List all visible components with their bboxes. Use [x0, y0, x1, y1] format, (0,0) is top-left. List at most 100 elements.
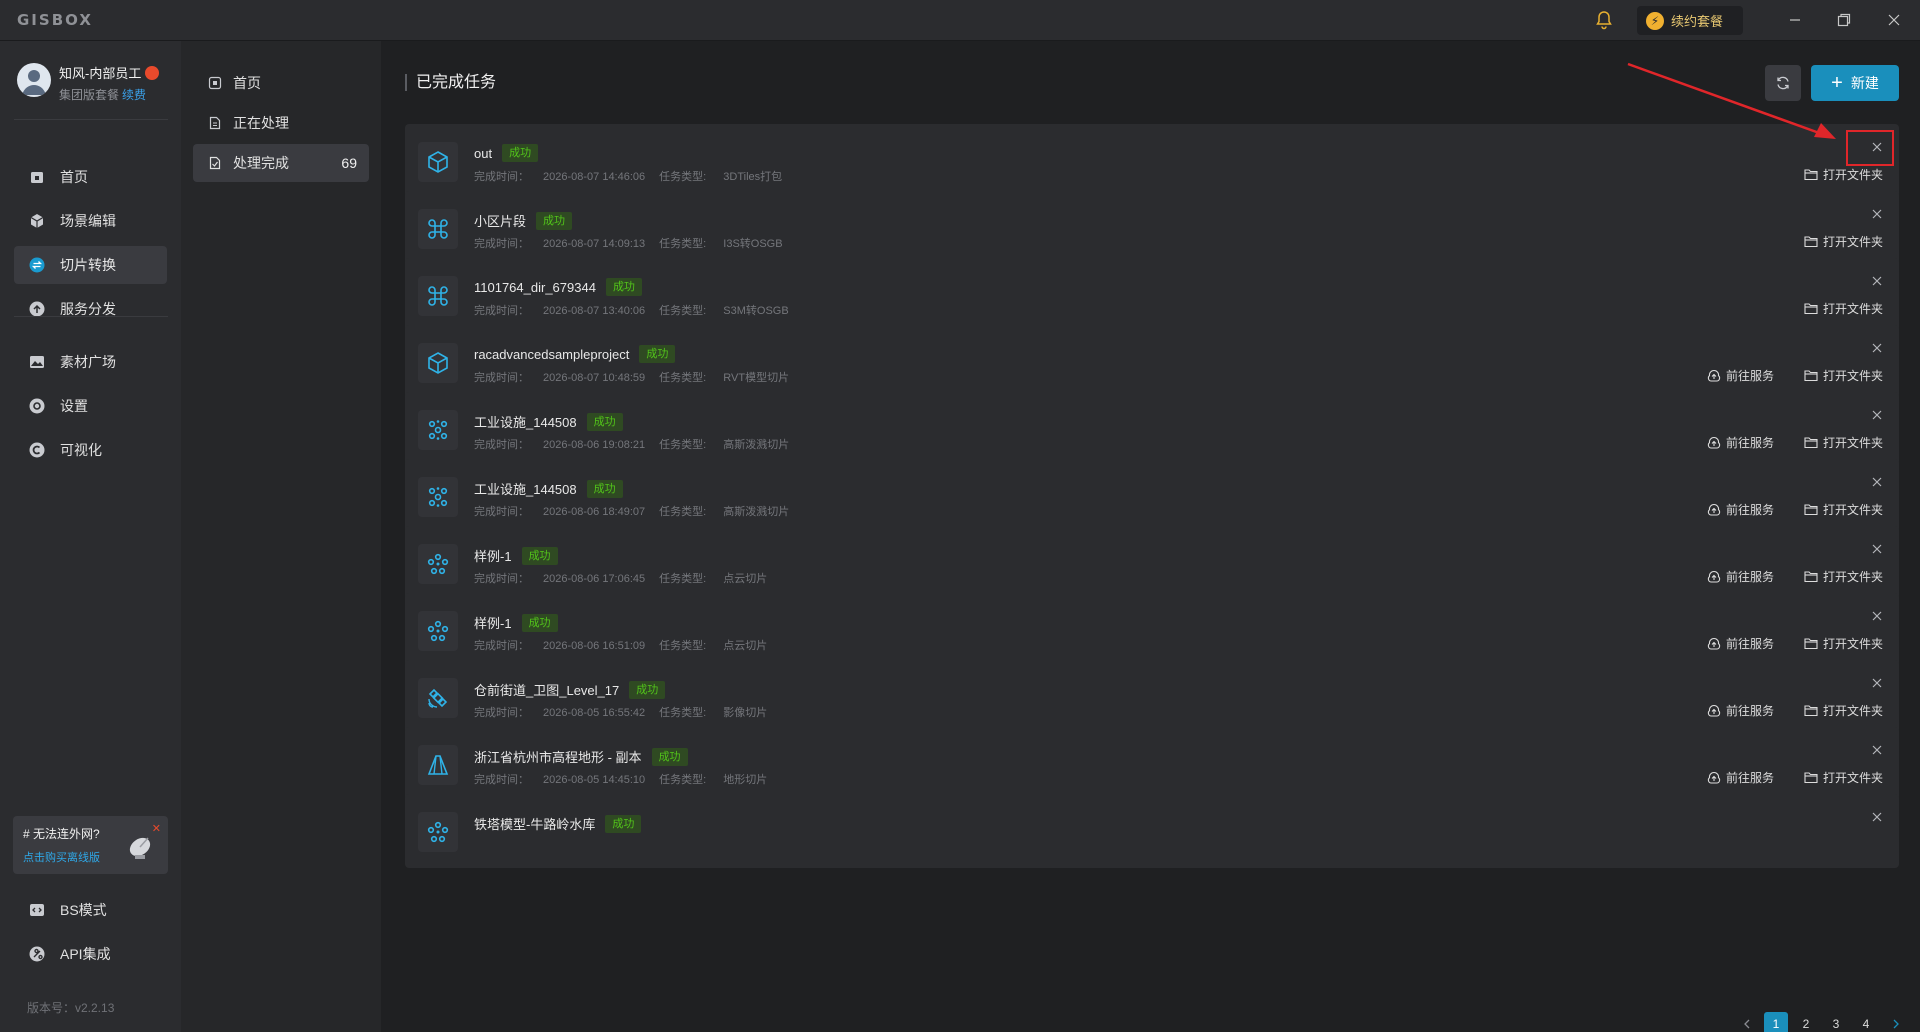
restore-button[interactable]: [1832, 8, 1856, 32]
open-folder-button[interactable]: 打开文件夹: [1804, 769, 1883, 786]
nav-item-api[interactable]: API集成: [14, 935, 167, 973]
nav-item-settings[interactable]: 设置: [14, 387, 167, 425]
divider: [14, 119, 168, 120]
task-row[interactable]: out 成功 完成时间： 2026-08-07 14:46:06 任务类型: 3DTil…: [405, 124, 1899, 198]
go-service-button[interactable]: 前往服务: [1707, 769, 1774, 786]
delete-task-button[interactable]: [1868, 607, 1886, 625]
go-service-button[interactable]: 前往服务: [1707, 434, 1774, 451]
gaussian-icon: [418, 410, 458, 450]
folder-icon: [1804, 168, 1818, 182]
status-badge: 成功: [605, 278, 642, 296]
main-panel: 已完成任务 + 新建 out 成功 完成时间： 2026-08-07 14:46:06…: [381, 41, 1920, 1032]
subnav-item-home[interactable]: 首页: [193, 64, 369, 102]
delete-task-button[interactable]: [1868, 741, 1886, 759]
nav-item-tile-convert[interactable]: 切片转换: [14, 246, 167, 284]
status-badge: 成功: [502, 144, 539, 162]
chevron-right-icon: [1893, 1019, 1899, 1029]
go-service-button[interactable]: 前往服务: [1707, 635, 1774, 652]
task-row[interactable]: 浙江省杭州市高程地形 - 副本 成功 完成时间： 2026-08-05 14:45:1…: [405, 727, 1899, 801]
open-folder-button[interactable]: 打开文件夹: [1804, 635, 1883, 652]
pointcloud-icon: [418, 812, 458, 852]
delete-task-button[interactable]: [1868, 205, 1886, 223]
terrain-icon: [418, 745, 458, 785]
time-value: 2026-08-07 14:46:06: [543, 171, 646, 183]
go-service-button[interactable]: 前往服务: [1707, 568, 1774, 585]
nav-item-service-dist[interactable]: 服务分发: [14, 290, 167, 328]
prev-page-button[interactable]: [1735, 1012, 1759, 1032]
task-row[interactable]: 样例-1 成功 完成时间： 2026-08-06 16:51:09 任务类型: 点云切片…: [405, 593, 1899, 667]
nav-item-home[interactable]: 首页: [14, 158, 167, 196]
time-prefix: 完成时间：: [474, 238, 529, 250]
pointcloud-icon: [418, 544, 458, 584]
time-value: 2026-08-06 19:08:21: [543, 439, 646, 451]
user-plan: 集团版套餐: [59, 88, 120, 102]
cube-icon: [418, 142, 458, 182]
page-button[interactable]: 4: [1854, 1012, 1878, 1032]
go-service-button[interactable]: 前往服务: [1707, 702, 1774, 719]
time-prefix: 完成时间：: [474, 707, 529, 719]
delete-task-button[interactable]: [1868, 674, 1886, 692]
go-service-button[interactable]: 前往服务: [1707, 501, 1774, 518]
task-row[interactable]: 仓前街道_卫图_Level_17 成功 完成时间： 2026-08-05 16:55:…: [405, 660, 1899, 734]
bell-icon[interactable]: [1594, 10, 1614, 30]
delete-task-button[interactable]: [1868, 272, 1886, 290]
open-folder-button[interactable]: 打开文件夹: [1804, 434, 1883, 451]
page-button[interactable]: 2: [1794, 1012, 1818, 1032]
subnav-item-completed[interactable]: 处理完成 69: [193, 144, 369, 182]
refresh-button[interactable]: [1765, 65, 1801, 101]
open-folder-button[interactable]: 打开文件夹: [1804, 501, 1883, 518]
task-row[interactable]: 工业设施_144508 成功 完成时间： 2026-08-06 19:08:21 任务类…: [405, 392, 1899, 466]
time-prefix: 完成时间：: [474, 372, 529, 384]
nav-label: 可视化: [60, 442, 102, 458]
time-value: 2026-08-06 16:51:09: [543, 640, 646, 652]
new-task-button[interactable]: + 新建: [1811, 65, 1899, 101]
go-service-button[interactable]: 前往服务: [1707, 367, 1774, 384]
offline-promo-card[interactable]: # 无法连外网? 点击购买离线版 ✕: [13, 816, 168, 874]
page-button[interactable]: 1: [1764, 1012, 1788, 1032]
delete-task-button[interactable]: [1868, 339, 1886, 357]
completion-time: 完成时间： 2026-08-07 13:40:06: [474, 305, 645, 317]
task-row[interactable]: 1101764_dir_679344 成功 完成时间： 2026-08-07 13:4…: [405, 258, 1899, 332]
user-profile[interactable]: 知风-内部员工 集团版套餐 续费: [17, 63, 160, 103]
page-button[interactable]: 3: [1824, 1012, 1848, 1032]
nav-label: BS模式: [60, 902, 107, 918]
cloud-upload-icon: [1707, 436, 1721, 450]
delete-task-button[interactable]: [1868, 406, 1886, 424]
type-value: S3M转OSGB: [723, 305, 789, 317]
delete-task-button[interactable]: [1868, 808, 1886, 826]
task-row[interactable]: 工业设施_144508 成功 完成时间： 2026-08-06 18:49:07 任务类…: [405, 459, 1899, 533]
nav-label: 切片转换: [60, 257, 116, 273]
delete-task-button[interactable]: [1868, 473, 1886, 491]
task-row[interactable]: 小区片段 成功 完成时间： 2026-08-07 14:09:13 任务类型: I3S转…: [405, 191, 1899, 265]
minimize-button[interactable]: [1783, 8, 1807, 32]
task-row[interactable]: racadvancedsampleproject 成功 完成时间： 2026-08-0…: [405, 325, 1899, 399]
nav-item-bs-mode[interactable]: BS模式: [14, 891, 167, 929]
check-document-icon: [207, 155, 223, 171]
task-type: 任务类型: 地形切片: [659, 774, 767, 786]
open-folder-button[interactable]: 打开文件夹: [1804, 166, 1883, 183]
close-icon: [1872, 809, 1882, 825]
task-name: out: [474, 145, 493, 161]
open-folder-button[interactable]: 打开文件夹: [1804, 233, 1883, 250]
close-icon: [1872, 474, 1882, 490]
renew-plan-button[interactable]: ⚡ 续约套餐: [1637, 6, 1743, 35]
next-page-button[interactable]: [1884, 1012, 1908, 1032]
close-window-button[interactable]: [1882, 8, 1906, 32]
open-folder-button[interactable]: 打开文件夹: [1804, 300, 1883, 317]
delete-task-button[interactable]: [1868, 540, 1886, 558]
nav-item-scene-edit[interactable]: 场景编辑: [14, 202, 167, 240]
renew-link[interactable]: 续费: [122, 88, 146, 102]
open-folder-button[interactable]: 打开文件夹: [1804, 702, 1883, 719]
subnav-item-processing[interactable]: 正在处理: [193, 104, 369, 142]
nav-item-visualize[interactable]: 可视化: [14, 431, 167, 469]
open-folder-button[interactable]: 打开文件夹: [1804, 568, 1883, 585]
open-folder-button[interactable]: 打开文件夹: [1804, 367, 1883, 384]
folder-icon: [1804, 771, 1818, 785]
close-icon: [1888, 14, 1900, 26]
nav-item-asset-square[interactable]: 素材广场: [14, 343, 167, 381]
folder-icon: [1804, 302, 1818, 316]
nav-label: 素材广场: [60, 354, 116, 370]
task-row[interactable]: 样例-1 成功 完成时间： 2026-08-06 17:06:45 任务类型: 点云切片…: [405, 526, 1899, 600]
cloud-upload-icon: [1707, 570, 1721, 584]
task-row[interactable]: 铁塔模型-牛路岭水库 成功: [405, 794, 1899, 868]
